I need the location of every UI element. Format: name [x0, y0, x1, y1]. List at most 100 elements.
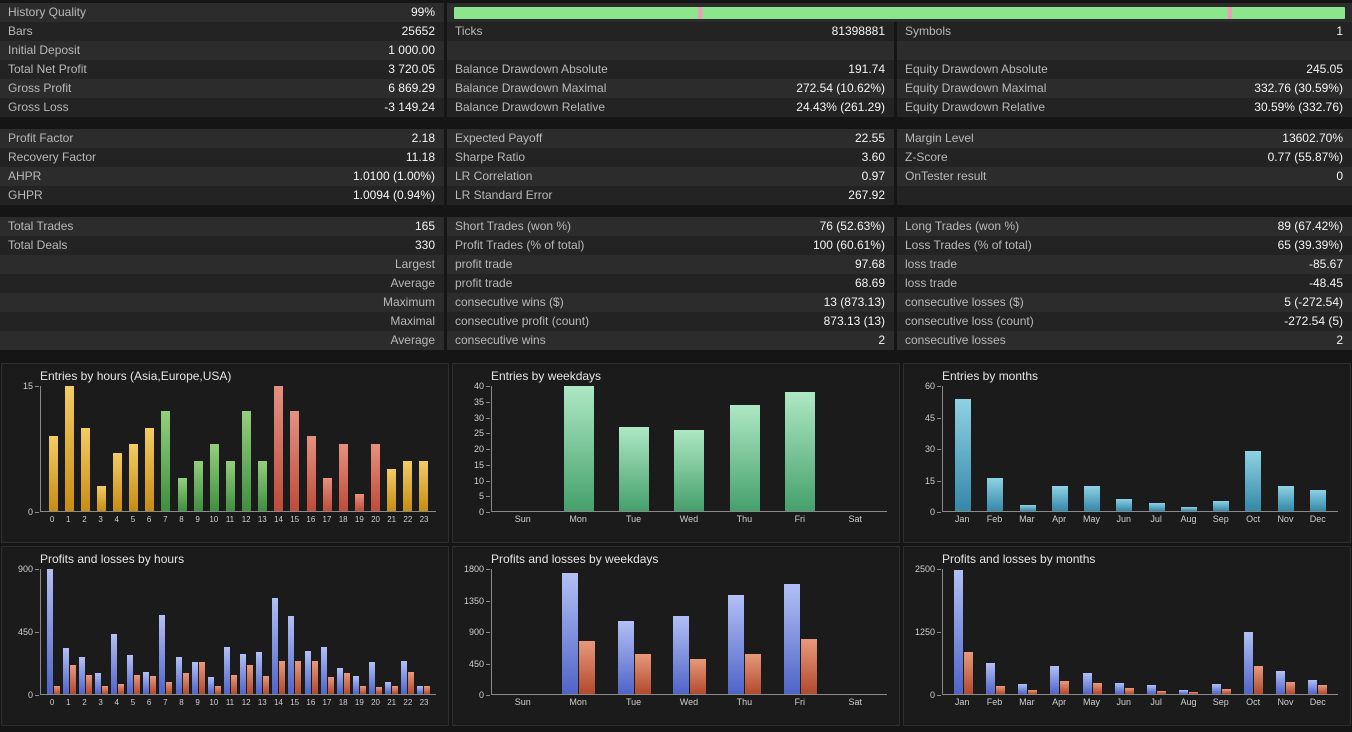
profit-bar	[369, 662, 376, 694]
plot	[942, 386, 1338, 512]
stat-label: Bars	[8, 24, 33, 38]
x-tick-label: 17	[322, 514, 332, 524]
stats-spacer	[0, 117, 1352, 129]
y-axis: 0 15	[8, 381, 40, 517]
backtest-report: History Quality 99% Bars 25652 Ticks 813988…	[0, 0, 1352, 732]
stat-cell: Margin Level 13602.70%	[897, 129, 1352, 148]
entries-bar	[306, 436, 316, 511]
stat-value: 1	[1336, 24, 1343, 38]
x-tick-label: 23	[419, 697, 429, 707]
stat-cell: loss trade -48.45	[897, 274, 1352, 293]
x-tick-label: 21	[387, 514, 397, 524]
x-tick-label: Nov	[1277, 697, 1294, 707]
profit-bar	[175, 656, 182, 694]
plot	[40, 569, 436, 695]
bar-slot	[1237, 569, 1269, 694]
profit-bar	[223, 646, 230, 694]
bar-slot	[45, 386, 61, 511]
stat-label: Equity Drawdown Relative	[905, 100, 1046, 114]
y-tick-label: 0	[27, 507, 40, 517]
x-tick-label: Jul	[1150, 514, 1162, 524]
bar-slot	[1141, 386, 1173, 511]
chart-entries-by-hours-asia-europe-usa: Entries by hours (Asia,Europe,USA) 0 15 0 1 2…	[1, 363, 449, 543]
stat-label: Z-Score	[905, 150, 948, 164]
y-tick-label: 900	[17, 564, 40, 574]
stat-value: 332.76 (30.59%)	[1254, 81, 1343, 95]
x-tick-label: 16	[306, 697, 316, 707]
bar-slot	[607, 386, 662, 511]
stat-label: profit trade	[455, 276, 513, 290]
history-quality-progress-bar	[454, 6, 1345, 19]
stat-cell: Gross Loss -3 149.24	[0, 98, 444, 117]
x-axis: 0 1 2 3 4 5 6 7 8 9 10 11 12 13 14 15 16 17 18 19 20 21 22 23	[40, 695, 436, 709]
x-tick-label: 7	[163, 514, 168, 524]
stat-cell: LR Correlation 0.97	[447, 167, 894, 186]
stat-value: 13602.70%	[1282, 131, 1343, 145]
bar-slot	[607, 569, 662, 694]
y-axis: 0 1250 2500	[910, 564, 942, 700]
bar-slot	[158, 386, 174, 511]
stat-cell: Equity Drawdown Relative 30.59% (332.76)	[897, 98, 1352, 117]
entries-bar	[96, 486, 106, 511]
loss-bar	[118, 684, 125, 694]
chart-title: Entries by months	[942, 369, 1039, 383]
entries-bar	[129, 444, 139, 511]
x-tick-label: 20	[371, 697, 380, 707]
stats-row: Gross Loss -3 149.24 Balance Drawdown Rela…	[0, 98, 1352, 117]
stat-value: 65 (39.39%)	[1277, 238, 1343, 252]
bar-slot	[828, 386, 883, 511]
stat-value: 68.69	[854, 276, 885, 290]
x-tick-label: Apr	[1052, 697, 1067, 707]
x-tick-label: 3	[98, 514, 103, 524]
chart-entries-by-weekdays: Entries by weekdays 0 5 10 15 20 25 30 35 40 Sun Mo…	[452, 363, 900, 543]
stat-cell: Ticks 81398881	[447, 22, 894, 41]
profit-bar	[617, 621, 634, 694]
bar-slot	[947, 386, 979, 511]
stat-cell: Z-Score 0.77 (55.87%)	[897, 148, 1352, 167]
x-tick-label: Jul	[1150, 697, 1162, 707]
stat-value: 6 869.29	[388, 81, 435, 95]
chart-plot-area: 0 15	[8, 381, 436, 517]
profit-bar	[288, 616, 295, 694]
entries-bar	[225, 461, 235, 511]
bar-slot	[190, 569, 206, 694]
history-quality-value: 99%	[410, 5, 435, 19]
bar-slot	[384, 386, 400, 511]
y-tick-label: 1800	[463, 564, 491, 574]
x-tick-label: Sep	[1212, 697, 1229, 707]
chart-profits-and-losses-by-hours: Profits and losses by hours 0 450 900 0 1 2 3 4 5…	[1, 546, 449, 726]
plot	[491, 569, 887, 695]
bars	[943, 569, 1338, 694]
bar-slot	[1108, 569, 1140, 694]
bar-slot	[174, 569, 190, 694]
stat-label: Balance Drawdown Maximal	[455, 81, 607, 95]
x-tick-label: 7	[163, 697, 168, 707]
x-tick-label: Sun	[514, 697, 531, 707]
bar-slot	[255, 386, 271, 511]
bar-slot	[61, 569, 77, 694]
stats-table: History Quality 99% Bars 25652 Ticks 813988…	[0, 0, 1352, 350]
entries-bar	[619, 426, 650, 511]
stat-cell: Expected Payoff 22.55	[447, 129, 894, 148]
profit-bar	[1243, 631, 1253, 694]
bar-slot	[1205, 386, 1237, 511]
loss-bar	[424, 685, 431, 694]
loss-bar	[800, 639, 817, 694]
stat-value: -85.67	[1308, 257, 1343, 271]
stat-label: consecutive wins ($)	[455, 295, 564, 309]
x-tick-label: Tue	[625, 514, 642, 524]
stat-label: OnTester result	[905, 169, 987, 183]
bar-slot	[662, 569, 717, 694]
profit-bar	[143, 671, 150, 694]
bar-slot	[158, 569, 174, 694]
y-tick-label: 0	[27, 690, 40, 700]
profit-bar	[94, 673, 101, 694]
stat-cell: profit trade 97.68	[447, 255, 894, 274]
bar-slot	[335, 386, 351, 511]
x-tick-label: 2	[82, 697, 87, 707]
profit-bar	[401, 660, 408, 694]
bar-slot	[206, 386, 222, 511]
entries-bar	[403, 461, 413, 511]
loss-bar	[634, 653, 651, 694]
history-quality-row: History Quality 99%	[0, 3, 1352, 22]
